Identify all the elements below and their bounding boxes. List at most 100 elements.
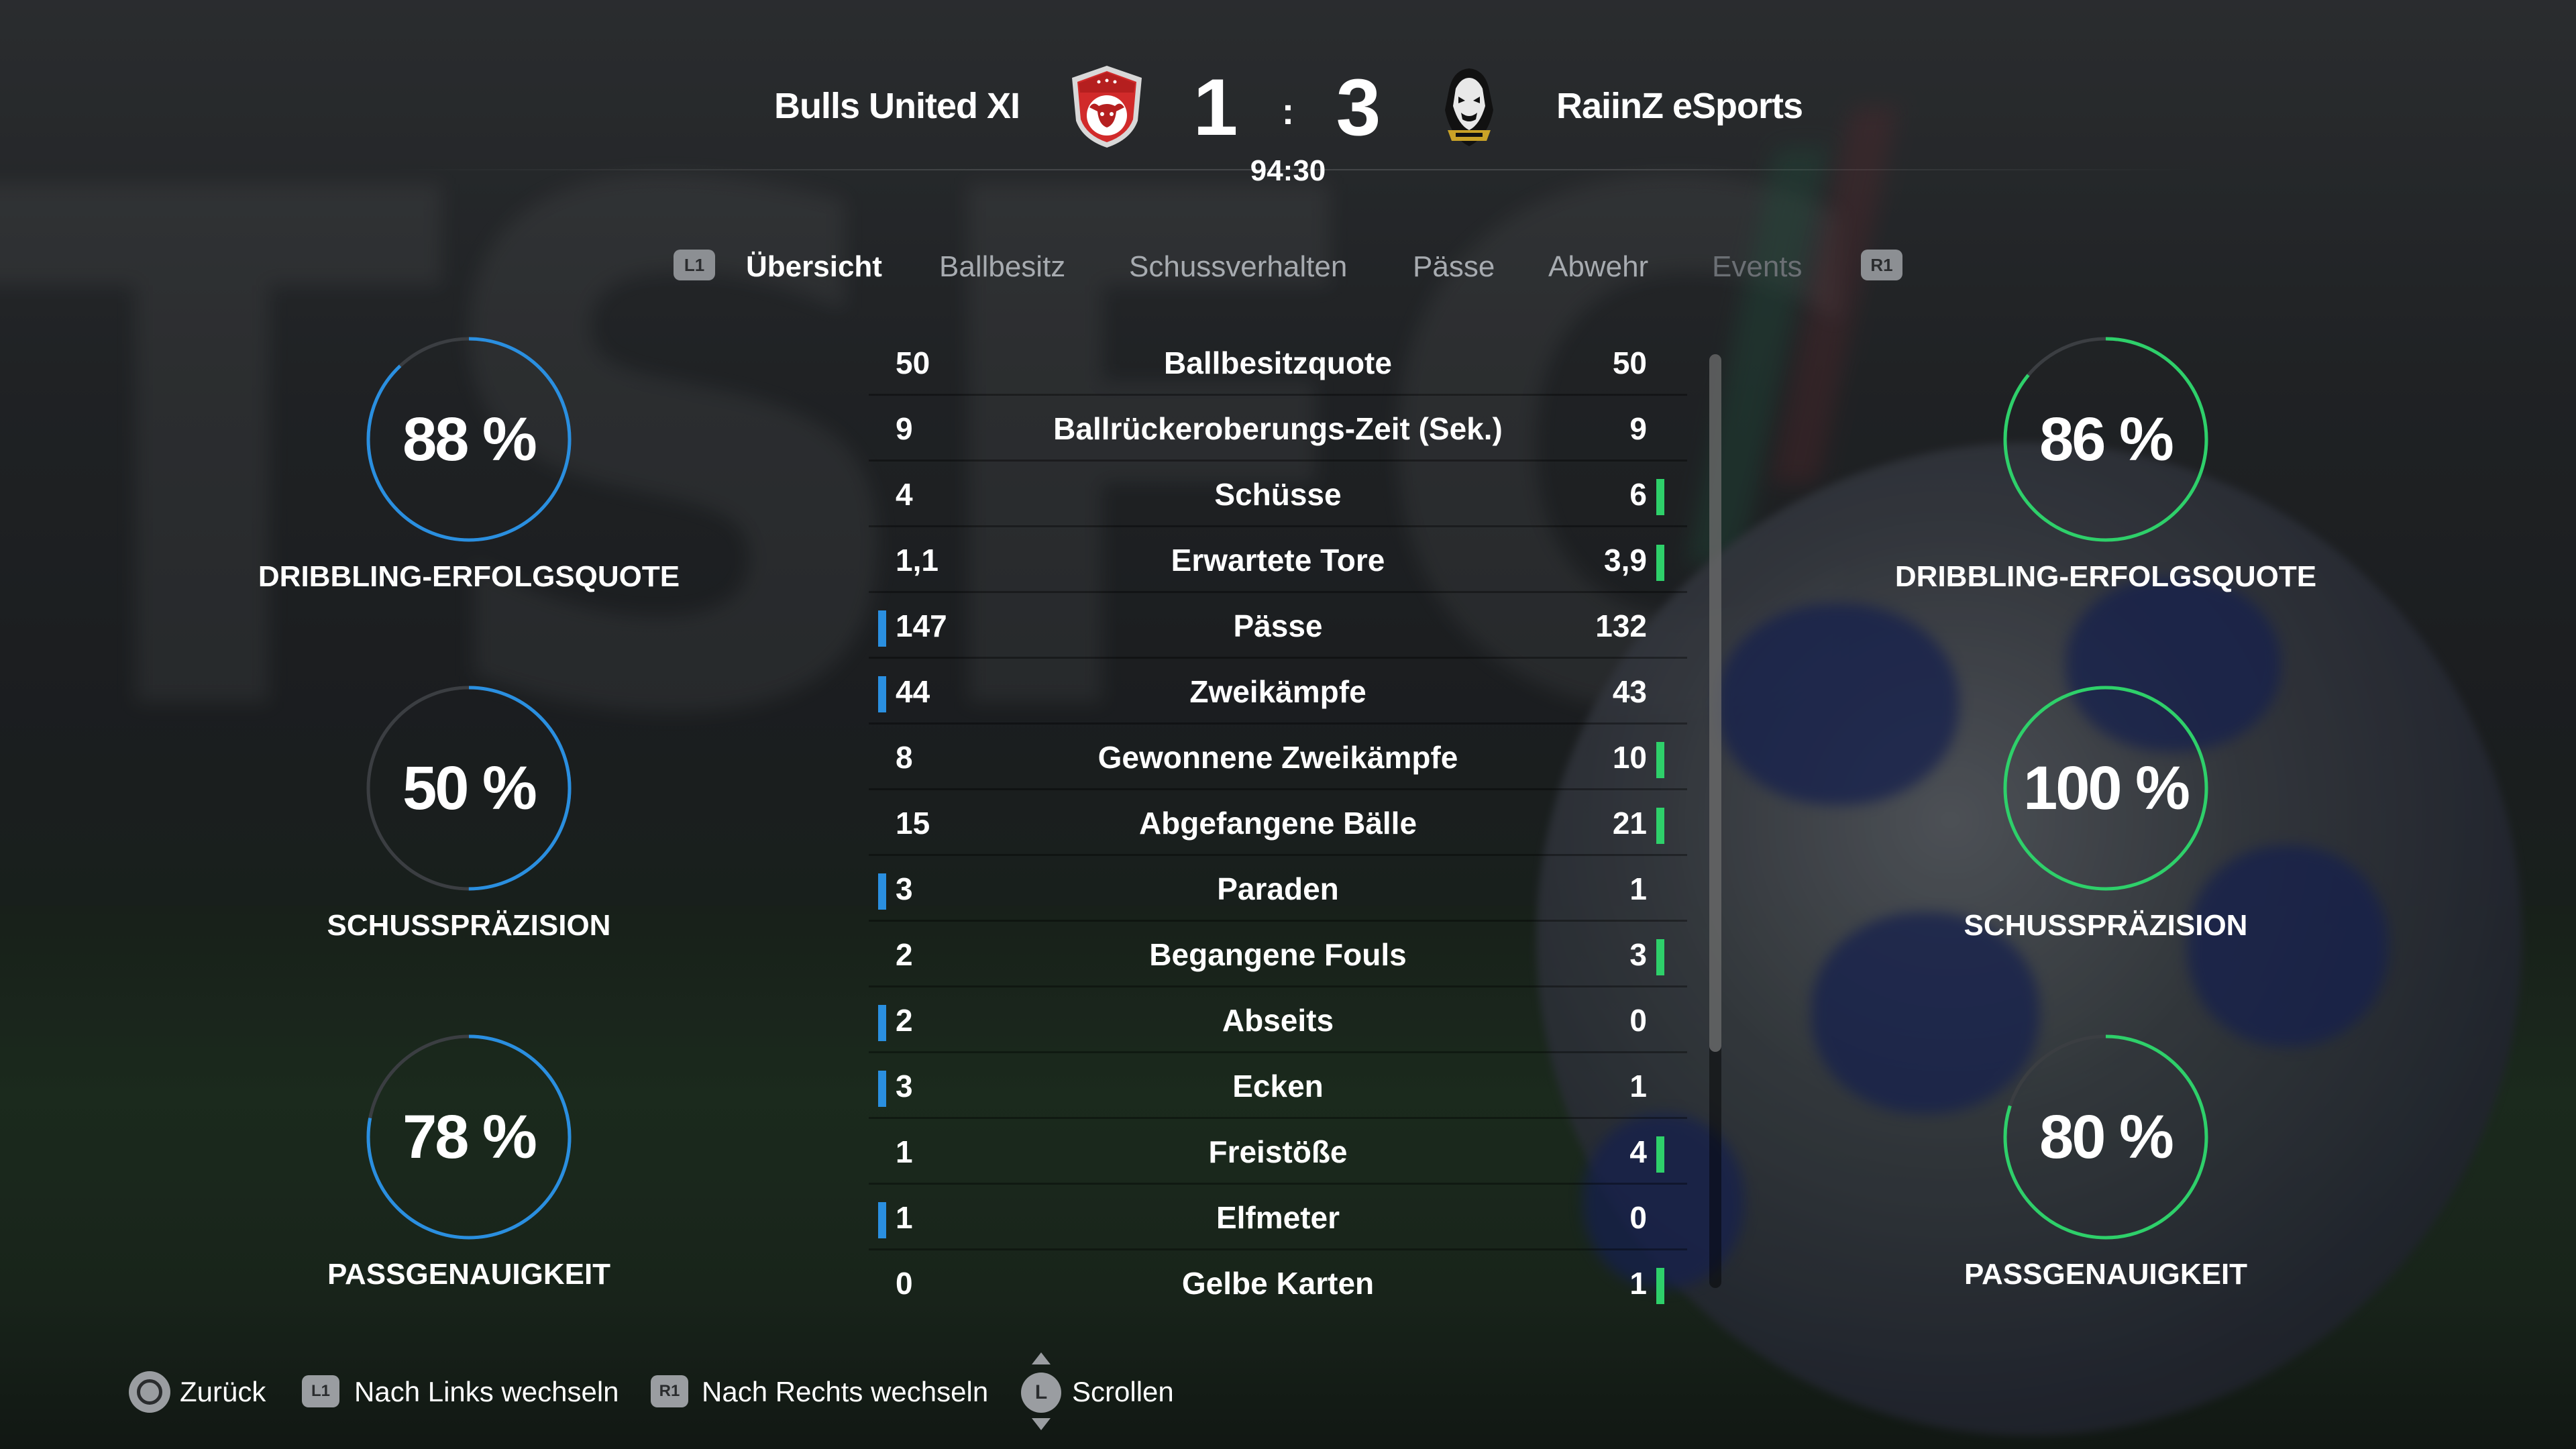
home-pass-accuracy-gauge: 78 % bbox=[365, 1033, 573, 1241]
home-leader-marker bbox=[878, 1005, 886, 1041]
away-stat-value: 21 bbox=[1612, 806, 1647, 841]
tab-uebersicht[interactable]: Übersicht bbox=[746, 246, 882, 288]
away-dribbling-gauge: 86 % bbox=[2002, 335, 2210, 543]
away-stat-value: 9 bbox=[1629, 411, 1647, 446]
stat-row: 50 Ballbesitzquote 50 bbox=[869, 330, 1687, 396]
away-stat-value: 6 bbox=[1629, 477, 1647, 512]
r1-button-icon: R1 bbox=[651, 1375, 688, 1407]
stat-name: Begangene Fouls bbox=[1149, 937, 1407, 972]
stat-name: Elfmeter bbox=[1216, 1200, 1340, 1235]
stat-name: Gewonnene Zweikämpfe bbox=[1097, 740, 1458, 775]
away-stat-value: 132 bbox=[1595, 608, 1647, 643]
stat-name: Ballrückeroberungs-Zeit (Sek.) bbox=[1053, 411, 1503, 446]
tab-ballbesitz[interactable]: Ballbesitz bbox=[939, 246, 1065, 288]
away-leader-marker bbox=[1656, 1268, 1664, 1304]
away-stat-value: 3 bbox=[1629, 937, 1647, 972]
l1-button-icon: L1 bbox=[302, 1375, 339, 1407]
gauge-label: SCHUSSPRÄZISION bbox=[1964, 909, 2248, 942]
tab-paesse[interactable]: Pässe bbox=[1413, 246, 1495, 288]
gauge-value: 78 % bbox=[402, 1103, 537, 1171]
tab-schussverhalten[interactable]: Schussverhalten bbox=[1129, 246, 1347, 288]
score-separator: : bbox=[1281, 90, 1295, 132]
home-stat-value: 4 bbox=[896, 477, 913, 512]
circle-button-icon bbox=[129, 1371, 170, 1413]
tab-events[interactable]: Events bbox=[1712, 246, 1803, 288]
away-shot-accuracy-gauge: 100 % bbox=[2002, 684, 2210, 892]
home-stat-value: 8 bbox=[896, 740, 913, 775]
gauge-label: PASSGENAUIGKEIT bbox=[1964, 1258, 2248, 1291]
away-pass-accuracy-gauge: 80 % bbox=[2002, 1033, 2210, 1241]
stat-row: 2 Abseits 0 bbox=[869, 987, 1687, 1053]
gauge-label: PASSGENAUIGKEIT bbox=[327, 1258, 611, 1291]
switch-left-hint[interactable]: Nach Links wechseln bbox=[354, 1370, 619, 1414]
home-stat-value: 2 bbox=[896, 1003, 913, 1038]
scroll-up-arrow-icon bbox=[1032, 1352, 1051, 1364]
stat-row: 3 Ecken 1 bbox=[869, 1053, 1687, 1119]
home-stat-value: 1 bbox=[896, 1200, 913, 1235]
away-stat-value: 50 bbox=[1612, 345, 1647, 380]
stat-name: Gelbe Karten bbox=[1181, 1266, 1375, 1301]
raiinz-mascot-crest-icon bbox=[1429, 63, 1509, 150]
left-stick-icon: L bbox=[1021, 1373, 1061, 1413]
home-stat-value: 50 bbox=[896, 345, 930, 380]
home-leader-marker bbox=[878, 676, 886, 712]
away-stat-value: 4 bbox=[1629, 1134, 1647, 1169]
home-leader-marker bbox=[878, 1071, 886, 1107]
home-stat-value: 0 bbox=[896, 1266, 913, 1301]
stat-row: 3 Paraden 1 bbox=[869, 856, 1687, 922]
l1-button-icon[interactable]: L1 bbox=[674, 250, 715, 280]
stat-row: 44 Zweikämpfe 43 bbox=[869, 659, 1687, 724]
stat-name: Pässe bbox=[1233, 608, 1323, 643]
away-leader-marker bbox=[1656, 939, 1664, 975]
stat-row: 9 Ballrückeroberungs-Zeit (Sek.) 9 bbox=[869, 396, 1687, 462]
header-divider bbox=[389, 169, 2200, 170]
tab-abwehr[interactable]: Abwehr bbox=[1548, 246, 1648, 288]
home-stat-value: 2 bbox=[896, 937, 913, 972]
home-dribbling-gauge: 88 % bbox=[365, 335, 573, 543]
away-stat-value: 43 bbox=[1612, 674, 1647, 709]
away-team-name: RaiinZ eSports bbox=[1556, 86, 1803, 126]
away-leader-marker bbox=[1656, 545, 1664, 581]
away-stat-value: 10 bbox=[1612, 740, 1647, 775]
stat-row: 15 Abgefangene Bälle 21 bbox=[869, 790, 1687, 856]
away-leader-marker bbox=[1656, 479, 1664, 515]
home-stat-value: 1 bbox=[896, 1134, 913, 1169]
home-stat-value: 9 bbox=[896, 411, 913, 446]
r1-button-icon[interactable]: R1 bbox=[1861, 250, 1902, 280]
gauge-value: 50 % bbox=[402, 754, 537, 822]
stat-name: Erwartete Tore bbox=[1171, 543, 1385, 578]
stat-name: Paraden bbox=[1217, 871, 1339, 906]
stat-row: 4 Schüsse 6 bbox=[869, 462, 1687, 527]
stat-name: Schüsse bbox=[1214, 477, 1342, 512]
switch-right-hint[interactable]: Nach Rechts wechseln bbox=[702, 1370, 988, 1414]
stat-row: 1 Freistöße 4 bbox=[869, 1119, 1687, 1185]
stat-row: 1 Elfmeter 0 bbox=[869, 1185, 1687, 1250]
away-leader-marker bbox=[1656, 1136, 1664, 1173]
gauge-label: DRIBBLING-ERFOLGSQUOTE bbox=[1894, 560, 2317, 593]
gauge-value: 100 % bbox=[2023, 754, 2190, 822]
bull-shield-crest-icon bbox=[1067, 63, 1147, 150]
home-shot-accuracy-gauge: 50 % bbox=[365, 684, 573, 892]
away-leader-marker bbox=[1656, 808, 1664, 844]
back-hint[interactable]: Zurück bbox=[180, 1370, 266, 1414]
scrollbar-thumb[interactable] bbox=[1709, 354, 1721, 1052]
gauge-value: 80 % bbox=[2039, 1103, 2174, 1171]
away-stat-value: 1 bbox=[1629, 871, 1647, 906]
home-score: 1 bbox=[1193, 62, 1238, 152]
gauge-label: SCHUSSPRÄZISION bbox=[327, 909, 611, 942]
stat-name: Ballbesitzquote bbox=[1164, 345, 1392, 380]
away-stat-value: 1 bbox=[1629, 1069, 1647, 1104]
home-stat-value: 3 bbox=[896, 871, 913, 906]
home-stat-value: 44 bbox=[896, 674, 930, 709]
stat-name: Zweikämpfe bbox=[1189, 674, 1366, 709]
away-leader-marker bbox=[1656, 742, 1664, 778]
home-stat-value: 15 bbox=[896, 806, 930, 841]
scroll-hint[interactable]: Scrollen bbox=[1072, 1370, 1174, 1414]
stat-row: 147 Pässe 132 bbox=[869, 593, 1687, 659]
home-leader-marker bbox=[878, 873, 886, 910]
stat-row: 1,1 Erwartete Tore 3,9 bbox=[869, 527, 1687, 593]
match-clock: 94:30 bbox=[1250, 154, 1326, 187]
gauge-value: 88 % bbox=[402, 405, 537, 474]
home-leader-marker bbox=[878, 1202, 886, 1238]
home-team-name: Bulls United XI bbox=[773, 86, 1020, 126]
